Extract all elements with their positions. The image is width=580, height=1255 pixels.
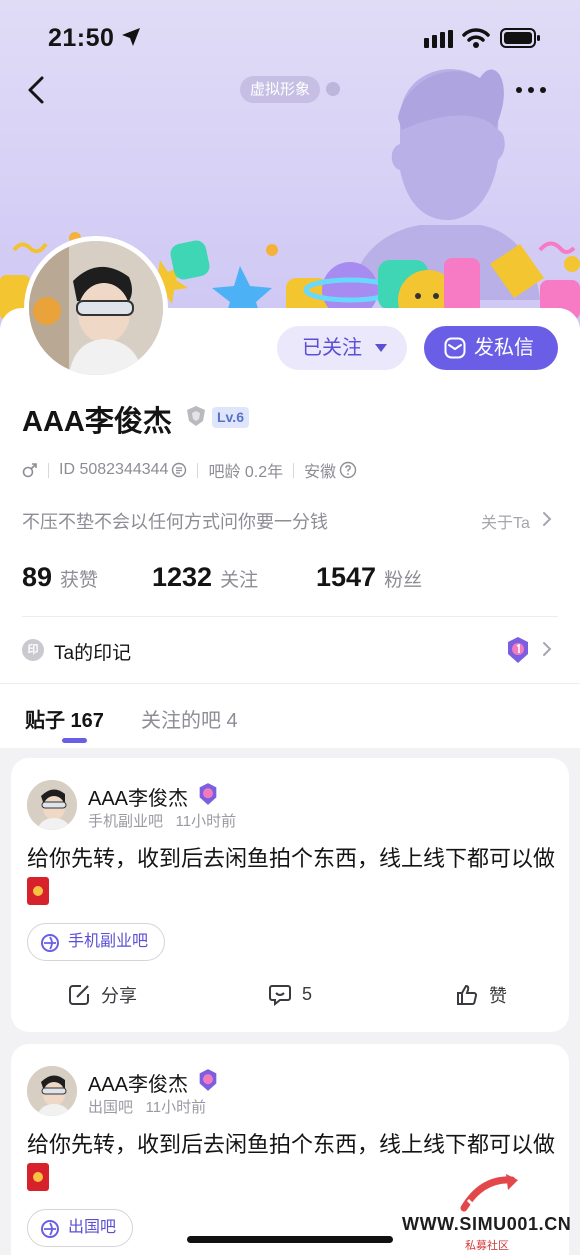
profile-avatar[interactable] bbox=[24, 236, 168, 380]
avatar-photo bbox=[27, 1066, 77, 1116]
stat-following[interactable]: 1232 关注 bbox=[152, 562, 258, 593]
post-forum: 出国吧 bbox=[88, 1099, 134, 1116]
level-badge: Lv.6 bbox=[212, 407, 249, 428]
post-forum: 手机副业吧 bbox=[88, 813, 164, 830]
post-body: 给你先转，收到后去闲鱼拍个东西，线上线下都可以做 bbox=[27, 846, 556, 871]
followed-button[interactable]: 已关注 bbox=[277, 326, 407, 370]
comment-count: 5 bbox=[302, 983, 313, 1004]
post-forum-tag-label: 手机副业吧 bbox=[68, 933, 149, 950]
send-message-button[interactable]: 发私信 bbox=[424, 326, 558, 370]
avatar-photo bbox=[27, 780, 77, 830]
share-button[interactable]: 分享 bbox=[67, 982, 137, 1008]
watermark: WWW.SIMU001.CN 私募社区 bbox=[402, 1170, 578, 1254]
profile-username: AAA李俊杰 bbox=[22, 406, 172, 438]
seal-badge: 印 bbox=[22, 639, 44, 661]
divider bbox=[48, 462, 49, 478]
like-button[interactable]: 赞 bbox=[455, 982, 507, 1008]
send-message-label: 发私信 bbox=[474, 337, 534, 359]
virtual-avatar-dot bbox=[326, 82, 340, 96]
location: 安徽 bbox=[304, 464, 337, 481]
red-packet-icon bbox=[27, 877, 49, 905]
post-forum-tag[interactable]: 出国吧 bbox=[27, 1209, 134, 1247]
status-time: 21:50 bbox=[48, 24, 115, 52]
red-packet-icon bbox=[27, 1163, 49, 1191]
post-author-avatar[interactable] bbox=[27, 1066, 77, 1116]
divider bbox=[22, 616, 558, 617]
status-bar: 21:50 bbox=[0, 0, 580, 76]
medal-icon bbox=[199, 783, 217, 805]
help-icon[interactable] bbox=[339, 461, 357, 479]
post-forum-tag[interactable]: 手机副业吧 bbox=[27, 923, 166, 961]
share-label: 分享 bbox=[101, 986, 137, 1006]
medal-icon bbox=[199, 1069, 217, 1091]
stat-value: 1232 bbox=[152, 562, 213, 592]
shield-badge-icon bbox=[187, 406, 205, 426]
stat-value: 89 bbox=[22, 562, 53, 592]
post-author-name[interactable]: AAA李俊杰 bbox=[88, 782, 188, 811]
post-text: 给你先转，收到后去闲鱼拍个东西，线上线下都可以做 bbox=[27, 842, 557, 910]
followed-label: 已关注 bbox=[302, 337, 362, 359]
post-card[interactable]: AAA李俊杰 手机副业吧 11小时前 给你先转，收到后去闲鱼拍个东西，线上线下都… bbox=[11, 758, 569, 1032]
divider bbox=[197, 462, 199, 478]
comment-icon bbox=[269, 985, 291, 1006]
signal-icon bbox=[424, 30, 453, 48]
home-indicator bbox=[187, 1236, 393, 1243]
mail-icon bbox=[444, 337, 466, 359]
ta-mark-row[interactable]: 印 Ta的印记 bbox=[22, 636, 558, 664]
post-time: 11小时前 bbox=[175, 813, 237, 830]
content-tabs: 贴子 167 关注的吧 4 bbox=[0, 700, 580, 746]
stat-value: 1547 bbox=[316, 562, 377, 592]
more-options-icon[interactable] bbox=[514, 80, 548, 100]
battery-icon bbox=[500, 28, 540, 48]
post-author-avatar[interactable] bbox=[27, 780, 77, 830]
user-id: ID 5082344344 bbox=[59, 461, 169, 478]
forum-age: 吧龄 0.2年 bbox=[208, 464, 284, 481]
post-body: 给你先转，收到后去闲鱼拍个东西，线上线下都可以做 bbox=[27, 1132, 556, 1157]
stat-label: 获赞 bbox=[60, 570, 99, 591]
forum-logo-icon bbox=[41, 934, 59, 952]
thumbs-up-icon bbox=[457, 984, 478, 1005]
copy-icon[interactable] bbox=[171, 462, 187, 478]
active-tab-indicator bbox=[62, 738, 87, 743]
profile-bio: 不压不垫不会以任何方式问你要一分钱 bbox=[22, 512, 328, 532]
profile-meta: ID 5082344344 吧龄 0.2年 安徽 bbox=[22, 458, 357, 482]
stat-label: 关注 bbox=[220, 570, 259, 591]
caret-down-icon bbox=[375, 344, 387, 352]
divider bbox=[293, 462, 295, 478]
virtual-avatar-tag[interactable]: 虚拟形象 bbox=[240, 76, 321, 103]
chevron-right-icon bbox=[543, 642, 552, 656]
post-meta: 手机副业吧 11小时前 bbox=[88, 810, 236, 831]
watermark-logo-icon bbox=[460, 1174, 518, 1212]
stat-label: 粉丝 bbox=[384, 570, 423, 591]
watermark-text: WWW.SIMU001.CN bbox=[402, 1214, 572, 1234]
stat-fans[interactable]: 1547 粉丝 bbox=[316, 562, 422, 593]
back-arrow-icon[interactable] bbox=[22, 72, 58, 108]
post-forum-tag-label: 出国吧 bbox=[68, 1219, 117, 1236]
post-time: 11小时前 bbox=[145, 1099, 207, 1116]
male-gender-icon bbox=[22, 463, 37, 478]
tab-posts[interactable]: 贴子 167 bbox=[25, 704, 104, 733]
like-label: 赞 bbox=[489, 986, 507, 1006]
stat-likes[interactable]: 89 获赞 bbox=[22, 562, 98, 593]
divider bbox=[0, 683, 580, 684]
share-icon bbox=[69, 985, 89, 1005]
post-author-name[interactable]: AAA李俊杰 bbox=[88, 1068, 188, 1097]
post-meta: 出国吧 11小时前 bbox=[88, 1096, 206, 1117]
about-ta-link[interactable]: 关于Ta bbox=[481, 509, 530, 533]
location-arrow-icon bbox=[122, 28, 140, 46]
comment-button[interactable]: 5 bbox=[268, 982, 312, 1006]
medal-icon bbox=[508, 637, 528, 663]
watermark-subtext: 私募社区 bbox=[465, 1240, 509, 1252]
chevron-right-icon bbox=[543, 512, 552, 526]
ta-mark-label: Ta的印记 bbox=[54, 643, 132, 664]
forum-logo-icon bbox=[41, 1220, 59, 1238]
wifi-icon bbox=[462, 28, 490, 48]
avatar-photo bbox=[29, 241, 163, 375]
tab-followed-forums[interactable]: 关注的吧 4 bbox=[141, 704, 238, 733]
